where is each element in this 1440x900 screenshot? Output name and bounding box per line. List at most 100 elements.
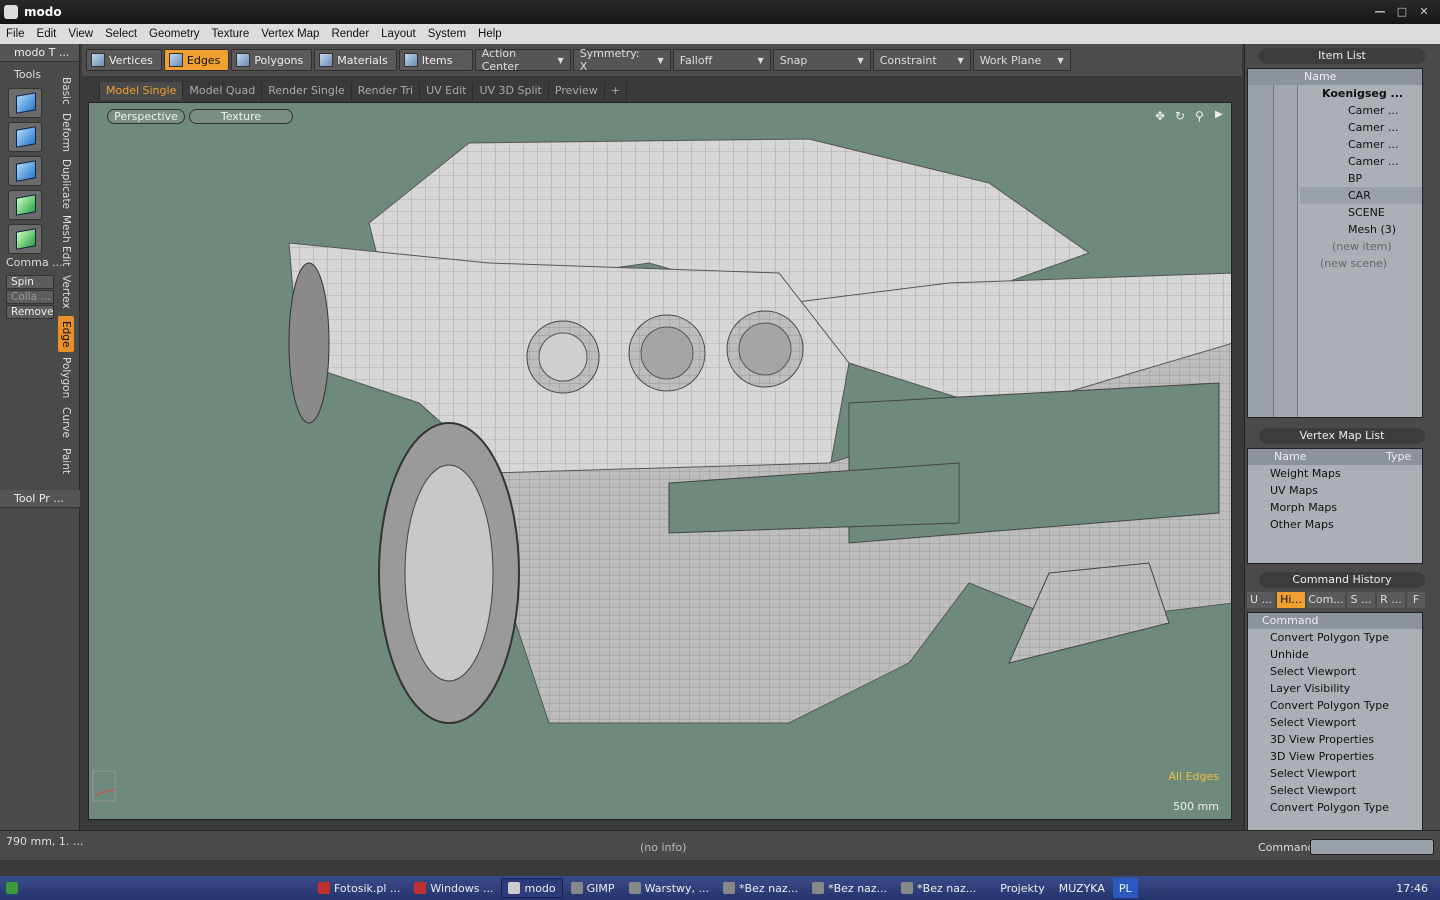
menu-texture[interactable]: Texture — [206, 28, 256, 40]
tab-render-tri[interactable]: Render Tri — [352, 82, 421, 100]
command-input[interactable] — [1310, 839, 1434, 855]
task-item[interactable]: *Bez naz... — [806, 878, 893, 898]
list-item[interactable]: Other Maps — [1248, 516, 1422, 533]
vertices-mode-button[interactable]: Vertices — [86, 49, 162, 71]
viewport-menu-icon[interactable]: ▶ — [1215, 109, 1223, 120]
tool-cylinder-icon[interactable] — [8, 156, 42, 186]
list-item[interactable]: Unhide — [1248, 646, 1422, 663]
action-center-dropdown[interactable]: Action Center ▼ — [474, 47, 571, 73]
falloff-dropdown[interactable]: Falloff ▼ — [672, 49, 771, 71]
tab-preview[interactable]: Preview — [549, 82, 605, 100]
rotate-icon[interactable]: ↻ — [1175, 109, 1185, 123]
tray-projekty[interactable]: Projekty — [994, 878, 1050, 898]
list-item[interactable]: Koenigseg ... — [1300, 85, 1422, 102]
tab-history[interactable]: Hi... — [1277, 592, 1305, 608]
vtab-deform[interactable]: Deform — [58, 110, 74, 156]
tab-commands[interactable]: Com... — [1307, 592, 1345, 608]
list-item[interactable]: CAR — [1300, 187, 1422, 204]
texture-shading-button[interactable]: Texture — [189, 109, 293, 124]
menu-file[interactable]: File — [0, 28, 31, 40]
menu-render[interactable]: Render — [325, 28, 375, 40]
tab-model-single[interactable]: Model Single — [100, 82, 184, 100]
vtab-edge[interactable]: Edge — [58, 316, 74, 352]
items-mode-button[interactable]: Items — [398, 49, 473, 71]
menu-select[interactable]: Select — [99, 28, 143, 40]
list-item[interactable]: Convert Polygon Type — [1248, 629, 1422, 646]
tab-undo[interactable]: U ... — [1247, 592, 1275, 608]
tab-scripts[interactable]: S ... — [1347, 592, 1375, 608]
task-item[interactable]: GIMP — [565, 878, 621, 898]
menu-system[interactable]: System — [422, 28, 472, 40]
constraint-dropdown[interactable]: Constraint ▼ — [872, 49, 971, 71]
list-item[interactable]: Camer ... — [1300, 136, 1422, 153]
task-item[interactable]: Fotosik.pl ... — [312, 878, 406, 898]
tool-sphere-icon[interactable] — [8, 122, 42, 152]
edges-mode-button[interactable]: Edges — [163, 49, 230, 71]
task-item[interactable]: modo — [501, 878, 563, 898]
menu-vertex-map[interactable]: Vertex Map — [255, 28, 325, 40]
list-item[interactable]: Select Viewport — [1248, 782, 1422, 799]
vtab-mesh-edit[interactable]: Mesh Edit — [58, 214, 74, 268]
close-icon[interactable]: ✕ — [1416, 5, 1432, 19]
list-item[interactable]: Select Viewport — [1248, 663, 1422, 680]
task-item[interactable]: *Bez naz... — [717, 878, 804, 898]
tab-f[interactable]: F — [1407, 592, 1425, 608]
start-button[interactable] — [0, 878, 38, 898]
list-item[interactable]: Mesh (3) — [1300, 221, 1422, 238]
list-item[interactable]: Weight Maps — [1248, 465, 1422, 482]
tab-menu-icon[interactable] — [86, 82, 100, 100]
tab-model-quad[interactable]: Model Quad — [183, 82, 263, 100]
list-item[interactable]: Morph Maps — [1248, 499, 1422, 516]
maximize-icon[interactable]: □ — [1394, 5, 1410, 19]
vtab-duplicate[interactable]: Duplicate — [58, 158, 74, 210]
vtab-paint[interactable]: Paint — [58, 444, 74, 478]
menu-geometry[interactable]: Geometry — [143, 28, 206, 40]
menu-edit[interactable]: Edit — [31, 28, 63, 40]
tool-cube-icon[interactable] — [8, 88, 42, 118]
task-item[interactable]: Warstwy, ... — [623, 878, 715, 898]
collapse-button[interactable]: Colla ... — [6, 290, 54, 304]
vtab-vertex[interactable]: Vertex — [58, 272, 74, 312]
task-item[interactable]: *Bez naz... — [895, 878, 982, 898]
pan-icon[interactable]: ✥ — [1155, 109, 1165, 123]
tab-render-single[interactable]: Render Single — [262, 82, 352, 100]
tab-uv-3d-split[interactable]: UV 3D Split — [473, 82, 549, 100]
new-item-placeholder[interactable]: (new item) — [1300, 238, 1422, 255]
task-item[interactable]: Windows ... — [408, 878, 499, 898]
add-tab-button[interactable]: + — [605, 82, 627, 100]
list-item[interactable]: 3D View Properties — [1248, 748, 1422, 765]
list-item[interactable]: Camer ... — [1300, 153, 1422, 170]
new-scene-placeholder[interactable]: (new scene) — [1300, 255, 1422, 272]
3d-viewport[interactable]: Perspective Texture ✥ ↻ ⚲ ▶ All Edges 50… — [88, 102, 1232, 820]
list-item[interactable]: Convert Polygon Type — [1248, 697, 1422, 714]
list-item[interactable]: BP — [1300, 170, 1422, 187]
list-item[interactable]: Select Viewport — [1248, 765, 1422, 782]
minimize-icon[interactable]: — — [1372, 5, 1388, 19]
menu-layout[interactable]: Layout — [375, 28, 422, 40]
vtab-polygon[interactable]: Polygon — [58, 356, 74, 400]
menu-help[interactable]: Help — [472, 28, 508, 40]
vtab-basic[interactable]: Basic — [58, 74, 74, 108]
tool-torus-icon[interactable] — [8, 190, 42, 220]
spin-button[interactable]: Spin — [6, 275, 54, 289]
list-item[interactable]: Camer ... — [1300, 119, 1422, 136]
tray-muzyka[interactable]: MUZYKA — [1053, 878, 1111, 898]
menu-view[interactable]: View — [62, 28, 99, 40]
polygons-mode-button[interactable]: Polygons — [231, 49, 313, 71]
list-item[interactable]: 3D View Properties — [1248, 731, 1422, 748]
list-item[interactable]: Convert Polygon Type — [1248, 799, 1422, 816]
vtab-curve[interactable]: Curve — [58, 404, 74, 440]
list-item[interactable]: SCENE — [1300, 204, 1422, 221]
tab-uv-edit[interactable]: UV Edit — [420, 82, 474, 100]
tool-properties-header[interactable]: Tool Pr ... — [0, 490, 80, 508]
work-plane-dropdown[interactable]: Work Plane ▼ — [972, 49, 1071, 71]
tool-pen-icon[interactable] — [8, 224, 42, 254]
list-item[interactable]: Layer Visibility — [1248, 680, 1422, 697]
remove-button[interactable]: Remove — [6, 305, 54, 319]
list-item[interactable]: Select Viewport — [1248, 714, 1422, 731]
zoom-icon[interactable]: ⚲ — [1195, 109, 1204, 123]
symmetry-dropdown[interactable]: Symmetry: X ▼ — [572, 47, 671, 73]
snap-dropdown[interactable]: Snap ▼ — [772, 49, 871, 71]
list-item[interactable]: Camer ... — [1300, 102, 1422, 119]
materials-mode-button[interactable]: Materials — [314, 49, 397, 71]
